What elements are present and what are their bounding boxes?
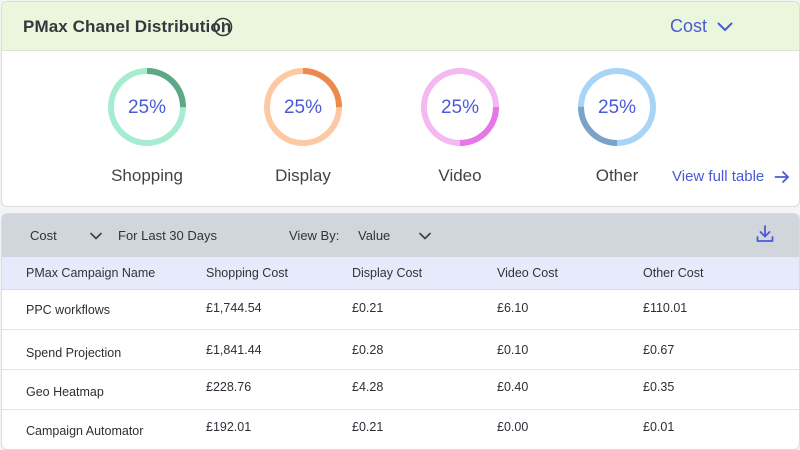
- shopping-cost-cell: £228.76: [206, 380, 252, 394]
- display-cost-cell: £4.28: [352, 380, 384, 394]
- info-circle-icon[interactable]: [213, 17, 233, 37]
- card-header: PMax Chanel Distribution Cost: [2, 2, 799, 51]
- view-by-dropdown[interactable]: Value: [358, 228, 432, 243]
- card-title: PMax Chanel Distribution: [23, 17, 232, 36]
- chevron-down-icon: [717, 22, 733, 31]
- display-cost-cell: £0.21: [352, 420, 384, 434]
- channel-label: Display: [275, 166, 331, 185]
- donut-percent: 25%: [127, 97, 167, 118]
- view-by-label: View By:: [289, 228, 340, 243]
- chevron-down-icon: [89, 232, 102, 239]
- view-by-value: Value: [358, 228, 391, 243]
- donut-percent: 25%: [283, 97, 323, 118]
- channel-label: Video: [438, 166, 482, 185]
- chevron-down-icon: [419, 232, 432, 239]
- period-label: For Last 30 Days: [118, 228, 217, 243]
- metric-dropdown[interactable]: Cost: [30, 228, 102, 243]
- table-row: PPC workflows £1,744.54 £0.21 £6.10 £110…: [2, 290, 799, 330]
- campaign-name-cell: PPC workflows: [26, 303, 111, 317]
- video-cost-cell: £0.40: [497, 380, 529, 394]
- other-cost-cell: £0.35: [643, 380, 675, 394]
- other-cost-cell: £0.01: [643, 420, 675, 434]
- campaign-name-cell: Spend Projection: [26, 346, 122, 360]
- table-row: Geo Heatmap £228.76 £4.28 £0.40 £0.35: [2, 370, 799, 410]
- channel-distribution-card: PMax Chanel Distribution Cost 25% Shoppin…: [1, 1, 800, 207]
- view-full-table-label: View full table: [672, 168, 765, 185]
- campaign-name-cell: Campaign Automator: [26, 424, 144, 438]
- table-row: Spend Projection £1,841.44 £0.28 £0.10 £…: [2, 330, 799, 370]
- donut-percent: 25%: [440, 97, 480, 118]
- column-header-display-cost[interactable]: Display Cost: [352, 266, 422, 280]
- video-cost-cell: £0.10: [497, 343, 529, 357]
- campaign-name-cell: Geo Heatmap: [26, 385, 104, 399]
- channel-label: Shopping: [111, 166, 183, 185]
- display-cost-cell: £0.28: [352, 343, 384, 357]
- column-header-video-cost[interactable]: Video Cost: [497, 266, 558, 280]
- campaign-cost-table-card: Cost For Last 30 Days View By: Value PMa…: [1, 213, 800, 450]
- display-cost-cell: £0.21: [352, 301, 384, 315]
- shopping-cost-cell: £1,841.44: [206, 343, 262, 357]
- view-full-table-link[interactable]: View full table: [672, 168, 790, 185]
- table-toolbar: Cost For Last 30 Days View By: Value: [2, 214, 799, 257]
- shopping-cost-cell: £192.01: [206, 420, 252, 434]
- table-header: PMax Campaign Name Shopping Cost Display…: [2, 257, 799, 290]
- metric-dropdown-value: Cost: [30, 228, 57, 243]
- donut-video: 25%: [420, 67, 500, 157]
- column-header-shopping-cost[interactable]: Shopping Cost: [206, 266, 288, 280]
- other-cost-cell: £0.67: [643, 343, 675, 357]
- video-cost-cell: £6.10: [497, 301, 529, 315]
- metric-selector[interactable]: Cost: [670, 16, 733, 37]
- donut-shopping: 25%: [107, 67, 187, 157]
- metric-selector-value: Cost: [670, 16, 708, 36]
- column-header-other-cost[interactable]: Other Cost: [643, 266, 703, 280]
- shopping-cost-cell: £1,744.54: [206, 301, 262, 315]
- donut-other: 25%: [577, 67, 657, 157]
- other-cost-cell: £110.01: [643, 301, 688, 315]
- download-icon[interactable]: [755, 224, 775, 244]
- column-header-campaign-name[interactable]: PMax Campaign Name: [26, 266, 155, 280]
- arrow-right-icon: [774, 170, 790, 183]
- donut-display: 25%: [263, 67, 343, 157]
- donut-percent: 25%: [597, 97, 637, 118]
- table-row: Campaign Automator £192.01 £0.21 £0.00 £…: [2, 410, 799, 449]
- video-cost-cell: £0.00: [497, 420, 529, 434]
